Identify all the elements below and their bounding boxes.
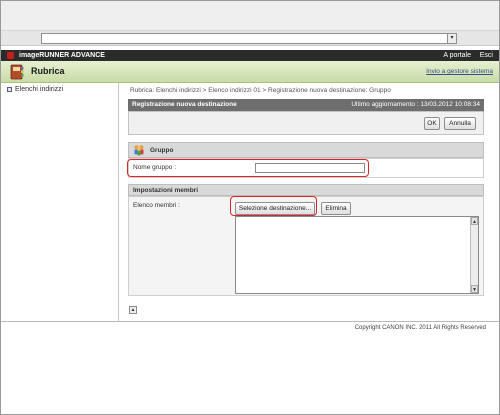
member-list-label: Elenco membri :: [133, 202, 180, 209]
canon-logo-icon: [7, 52, 14, 59]
group-section-header: Gruppo: [128, 142, 484, 158]
ok-button[interactable]: OK: [424, 117, 440, 130]
send-to-admin-link[interactable]: Invio a gestore sistema: [426, 68, 493, 75]
brand-name: imageRUNNER ADVANCE: [19, 52, 105, 59]
browser-address-bar: ▾: [1, 31, 499, 46]
address-field[interactable]: [41, 33, 457, 44]
page-title: Rubrica: [31, 66, 65, 76]
scroll-to-top-icon[interactable]: ▲: [129, 306, 137, 314]
page-titlebar: Rubrica Invio a gestore sistema: [1, 61, 499, 83]
breadcrumb: Rubrica: Elenchi indirizzi > Elenco indi…: [130, 87, 391, 94]
delete-button[interactable]: Elimina: [321, 202, 351, 215]
members-section-title: Impostazioni membri: [133, 187, 199, 194]
scroll-down-icon[interactable]: ▼: [471, 285, 478, 293]
group-icon: [134, 145, 144, 156]
last-update-text: Ultimo aggiornamento : 13/03.2012 10:08:…: [351, 101, 480, 108]
highlight-select-destination: [230, 196, 317, 216]
group-section-title: Gruppo: [150, 147, 174, 154]
highlight-group-name: [127, 159, 369, 177]
bullet-icon: [7, 86, 12, 92]
member-list[interactable]: ▲ ▼: [235, 216, 479, 294]
address-dropdown-icon[interactable]: ▾: [447, 33, 457, 44]
address-book-icon: [10, 64, 24, 80]
cancel-button[interactable]: Annulla: [444, 117, 476, 130]
members-section-header: Impostazioni membri: [128, 184, 484, 196]
form-title: Registrazione nuova destinazione: [132, 101, 237, 108]
scroll-up-icon[interactable]: ▲: [471, 217, 478, 225]
sidebar-item-address-lists[interactable]: Elenchi indirizzi: [7, 86, 63, 93]
member-list-scrollbar[interactable]: ▲ ▼: [470, 217, 478, 293]
logout-link[interactable]: Esci: [480, 51, 493, 60]
footer-divider: [1, 321, 499, 322]
app-header: imageRUNNER ADVANCE A portale Esci: [1, 50, 499, 61]
sidebar-item-label: Elenchi indirizzi: [15, 86, 64, 93]
action-bar: OK Annulla: [128, 111, 484, 135]
copyright-text: Copyright CANON INC. 2011 All Rights Res…: [354, 325, 486, 331]
portal-link[interactable]: A portale: [443, 51, 471, 60]
sidebar: Elenchi indirizzi: [1, 83, 119, 321]
browser-toolbar: [1, 1, 499, 31]
form-header: Registrazione nuova destinazione Ultimo …: [128, 99, 484, 111]
